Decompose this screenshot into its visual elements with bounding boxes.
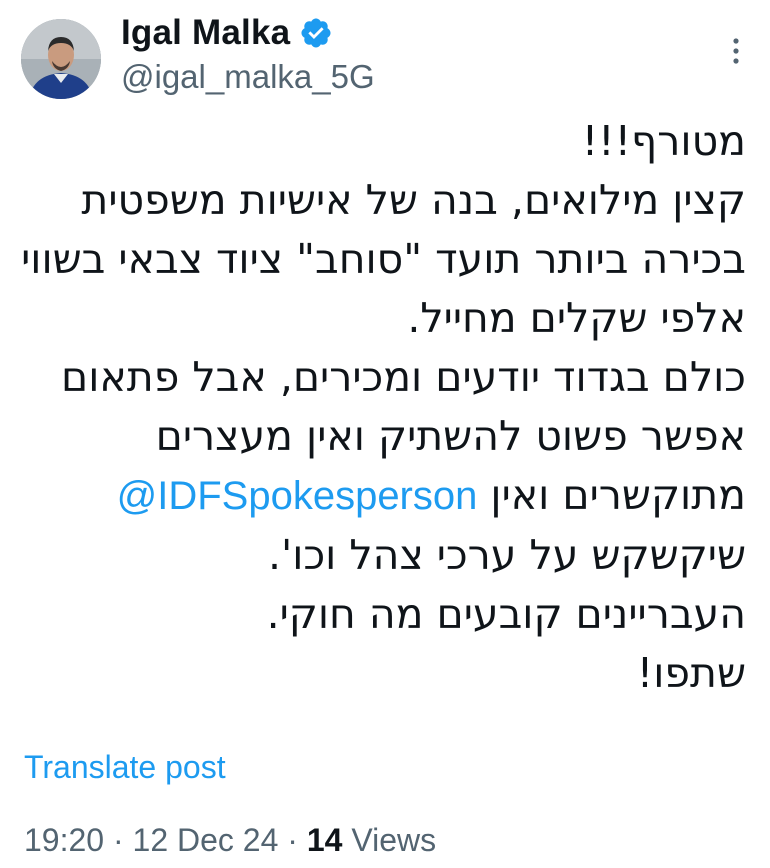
translate-post-link[interactable]: Translate post [24, 749, 226, 786]
post-time[interactable]: 19:20 [24, 822, 104, 858]
meta-separator: · [112, 822, 124, 858]
views-label: Views [351, 822, 437, 858]
mention-link[interactable]: @IDFSpokesperson [117, 474, 478, 518]
tweet-line: קצין מילואים, בנה של אישיות משפטית [81, 176, 746, 224]
post-date[interactable]: 12 Dec 24 [133, 822, 279, 858]
display-name[interactable]: Igal Malka [121, 13, 290, 53]
verified-badge-icon[interactable] [299, 16, 333, 50]
author-block: Igal Malka @igal_malka_5G [121, 10, 375, 96]
tweet-line: בכירה ביותר תועד "סוחב" ציוד צבאי בשווי [21, 235, 746, 283]
tweet-line: מטורף!!! [581, 117, 746, 165]
display-name-row: Igal Malka [121, 10, 375, 56]
tweet-line: אלפי שקלים מחייל. [407, 294, 746, 342]
tweet-line: כולם בגדוד יודעים ומכירים, אבל פתאום [61, 353, 746, 401]
tweet-line-with-mention: מתוקשרים ואין @IDFSpokesperson [16, 466, 746, 526]
profile-photo-icon [21, 19, 101, 99]
tweet-line: אפשר פשוט להשתיק ואין מעצרים [155, 412, 746, 460]
more-options-icon[interactable] [728, 36, 744, 66]
views-count: 14 [306, 822, 343, 858]
user-handle[interactable]: @igal_malka_5G [121, 58, 375, 96]
avatar[interactable] [21, 19, 101, 99]
tweet-line: העבריינים קובעים מה חוקי. [266, 590, 746, 638]
tweet-line: שתפו! [636, 649, 746, 697]
tweet-post: Igal Malka @igal_malka_5G מטורף!!! קצין … [0, 0, 770, 868]
tweet-line-text: מתוקשרים ואין [490, 471, 746, 519]
tweet-line: שיקשקש על ערכי צהל וכו'. [268, 531, 746, 579]
post-meta: 19:20 · 12 Dec 24 · 14 Views [24, 822, 436, 859]
tweet-text: מטורף!!! קצין מילואים, בנה של אישיות משפ… [16, 112, 746, 703]
meta-separator: · [287, 822, 298, 858]
